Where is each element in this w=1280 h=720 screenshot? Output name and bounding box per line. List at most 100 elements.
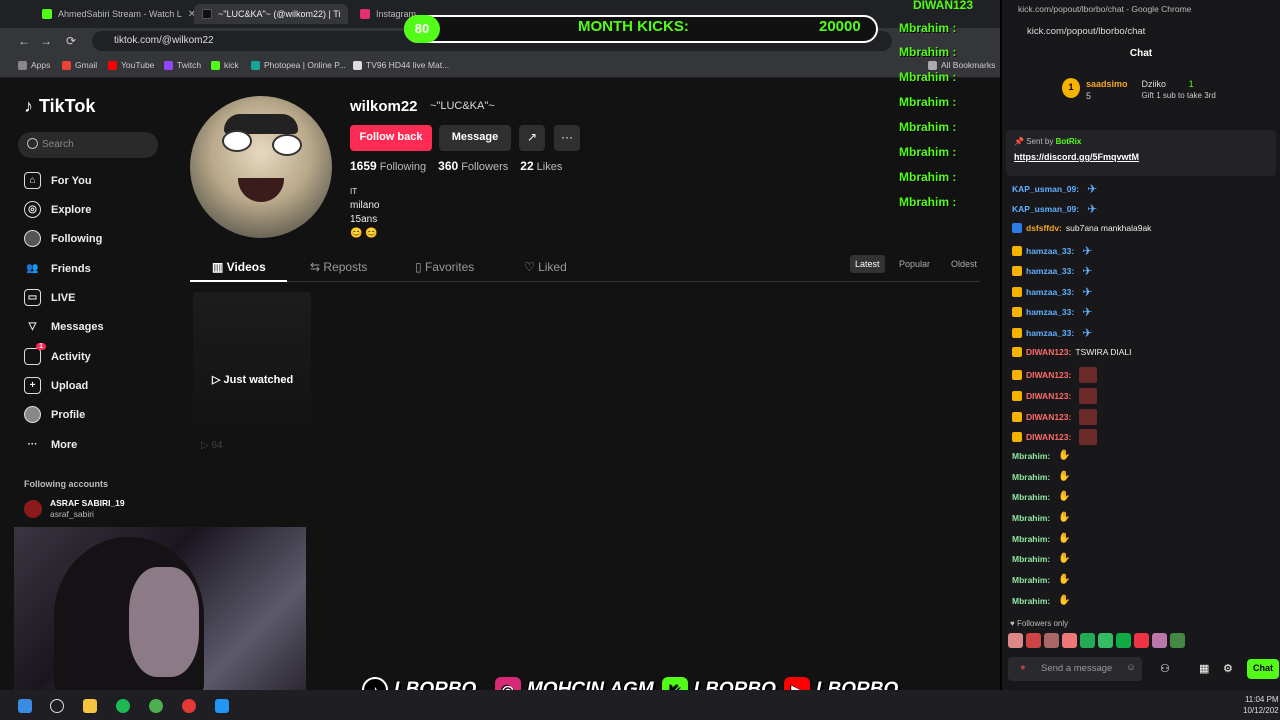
bookmark-youtube[interactable]: YouTube	[108, 60, 154, 70]
forward-icon[interactable]: →	[40, 34, 52, 48]
tab-videos[interactable]: ▥ Videos	[212, 260, 266, 274]
chat-message[interactable]: DIWAN123:	[1012, 409, 1098, 425]
sort-popular[interactable]: Popular	[894, 255, 935, 273]
emote[interactable]	[1152, 633, 1167, 648]
following-account[interactable]: ASRAF SABIRI_19 asraf_sabiri	[24, 498, 125, 520]
nav-profile[interactable]: Profile	[24, 406, 85, 423]
chat-message[interactable]: dsfsffdv: sub7ana mankhala9ak	[1012, 223, 1151, 233]
chat-username[interactable]: Mbrahim:	[1012, 575, 1050, 585]
chat-message[interactable]: hamzaa_33: ✈	[1012, 305, 1096, 319]
chat-message[interactable]: Mbrahim: ✋	[1012, 512, 1071, 523]
chat-username[interactable]: Mbrahim:	[1012, 451, 1050, 461]
chat-message[interactable]: Mbrahim: ✋	[1012, 450, 1071, 461]
chat-username[interactable]: hamzaa_33:	[1026, 307, 1074, 317]
tiktok-logo[interactable]: ♪ TikTok	[24, 96, 95, 117]
discord-link[interactable]: https://discord.gg/5FmqvwtM	[1014, 152, 1139, 162]
chat-username[interactable]: Mbrahim:	[1012, 492, 1050, 502]
chat-message[interactable]: DIWAN123:	[1012, 367, 1098, 383]
reload-icon[interactable]: ⟳	[66, 34, 76, 48]
emote[interactable]	[1134, 633, 1149, 648]
spotify-icon[interactable]	[116, 699, 130, 713]
tab-tiktok[interactable]: ~"LUC&KA"~ (@wilkom22) | Ti ✕	[194, 4, 348, 24]
chat-username[interactable]: KAP_usman_09:	[1012, 184, 1079, 194]
following-stat[interactable]: 1659 Following	[350, 159, 426, 173]
bookmark-gmail[interactable]: Gmail	[62, 60, 97, 70]
follow-back-button[interactable]: Follow back	[350, 125, 432, 151]
link-icon[interactable]: ⚇	[1160, 662, 1170, 675]
bookmark-twitch[interactable]: Twitch	[164, 60, 201, 70]
bookmark-tv96[interactable]: TV96 HD44 live Mat...	[353, 60, 449, 70]
emote[interactable]	[1044, 633, 1059, 648]
emote[interactable]	[1062, 633, 1077, 648]
chat-username[interactable]: DIWAN123:	[1026, 412, 1071, 422]
chat-username[interactable]: DIWAN123:	[1026, 370, 1071, 380]
windows-start-icon[interactable]	[18, 699, 32, 713]
search-input[interactable]: Search	[18, 132, 158, 158]
chat-username[interactable]: Mbrahim:	[1012, 534, 1050, 544]
nav-activity[interactable]: 1 Activity	[24, 343, 91, 365]
back-icon[interactable]: ←	[18, 34, 30, 48]
chat-username[interactable]: Mbrahim:	[1012, 596, 1050, 606]
chat-username[interactable]: Mbrahim:	[1012, 472, 1050, 482]
chat-username[interactable]: DIWAN123:	[1026, 347, 1071, 357]
chat-username[interactable]: hamzaa_33:	[1026, 246, 1074, 256]
chrome-icon[interactable]	[149, 699, 163, 713]
app-icon[interactable]	[215, 699, 229, 713]
chat-message[interactable]: DIWAN123: TSWIRA DIALI	[1012, 347, 1132, 357]
mic-icon[interactable]: ●	[1020, 662, 1026, 673]
chat-username[interactable]: KAP_usman_09:	[1012, 204, 1079, 214]
obs-icon[interactable]	[182, 699, 196, 713]
chat-message[interactable]: Mbrahim: ✋	[1012, 574, 1071, 585]
chat-message[interactable]: KAP_usman_09: ✈	[1012, 182, 1101, 196]
close-icon[interactable]: ✕	[346, 9, 348, 20]
nav-friends[interactable]: 👥 Friends	[24, 260, 90, 277]
nav-more[interactable]: ··· More	[24, 436, 78, 453]
emote[interactable]	[1170, 633, 1185, 648]
chat-username[interactable]: Mbrahim:	[1012, 513, 1050, 523]
chat-username[interactable]: dsfsffdv:	[1026, 223, 1062, 233]
sort-oldest[interactable]: Oldest	[946, 255, 982, 273]
profile-avatar[interactable]	[190, 96, 332, 238]
chat-message[interactable]: hamzaa_33: ✈	[1012, 326, 1096, 340]
emote[interactable]	[1080, 633, 1095, 648]
chat-message[interactable]: hamzaa_33: ✈	[1012, 264, 1096, 278]
chat-message[interactable]: DIWAN123:	[1012, 388, 1098, 404]
nav-following[interactable]: Following	[24, 230, 102, 247]
calendar-icon[interactable]: ▦	[1199, 662, 1209, 675]
chat-message[interactable]: Mbrahim: ✋	[1012, 595, 1071, 606]
settings-icon[interactable]: ⚙	[1223, 662, 1233, 675]
bookmark-kick[interactable]: kick	[211, 60, 239, 70]
sort-latest[interactable]: Latest	[850, 255, 885, 273]
chat-send-button[interactable]: Chat	[1247, 659, 1279, 679]
chat-input[interactable]: ● Send a message ☺	[1008, 657, 1142, 681]
chat-message[interactable]: KAP_usman_09: ✈	[1012, 202, 1101, 216]
emote[interactable]	[1026, 633, 1041, 648]
followers-stat[interactable]: 360 Followers	[438, 159, 508, 173]
chat-message[interactable]: DIWAN123:	[1012, 429, 1098, 445]
chat-message[interactable]: Mbrahim: ✋	[1012, 491, 1071, 502]
tab-liked[interactable]: ♡ Liked	[524, 260, 567, 274]
chat-message[interactable]: Mbrahim: ✋	[1012, 553, 1071, 564]
tab-reposts[interactable]: ⇆ Reposts	[310, 260, 367, 274]
emote[interactable]	[1008, 633, 1023, 648]
nav-messages[interactable]: ▽ Messages	[24, 318, 104, 335]
nav-for-you[interactable]: ⌂ For You	[24, 172, 92, 189]
chat-message[interactable]: Mbrahim: ✋	[1012, 533, 1071, 544]
chat-username[interactable]: DIWAN123:	[1026, 391, 1071, 401]
nav-live[interactable]: ▭ LIVE	[24, 289, 75, 306]
nav-explore[interactable]: ◎ Explore	[24, 201, 91, 218]
emote[interactable]	[1116, 633, 1131, 648]
chat-message[interactable]: hamzaa_33: ✈	[1012, 285, 1096, 299]
chat-message[interactable]: hamzaa_33: ✈	[1012, 244, 1096, 258]
emote-bar[interactable]	[1008, 633, 1185, 648]
chat-username[interactable]: hamzaa_33:	[1026, 266, 1074, 276]
bookmark-all[interactable]: All Bookmarks	[928, 60, 995, 70]
tab-favorites[interactable]: ▯ Favorites	[415, 260, 474, 274]
chat-username[interactable]: Mbrahim:	[1012, 554, 1050, 564]
share-icon[interactable]: ↗	[519, 125, 545, 151]
more-options-icon[interactable]: ···	[554, 125, 580, 151]
chat-username[interactable]: hamzaa_33:	[1026, 328, 1074, 338]
chat-message[interactable]: Mbrahim: ✋	[1012, 471, 1071, 482]
bookmark-photopea[interactable]: Photopea | Online P...	[251, 60, 346, 70]
nav-upload[interactable]: + Upload	[24, 377, 88, 394]
